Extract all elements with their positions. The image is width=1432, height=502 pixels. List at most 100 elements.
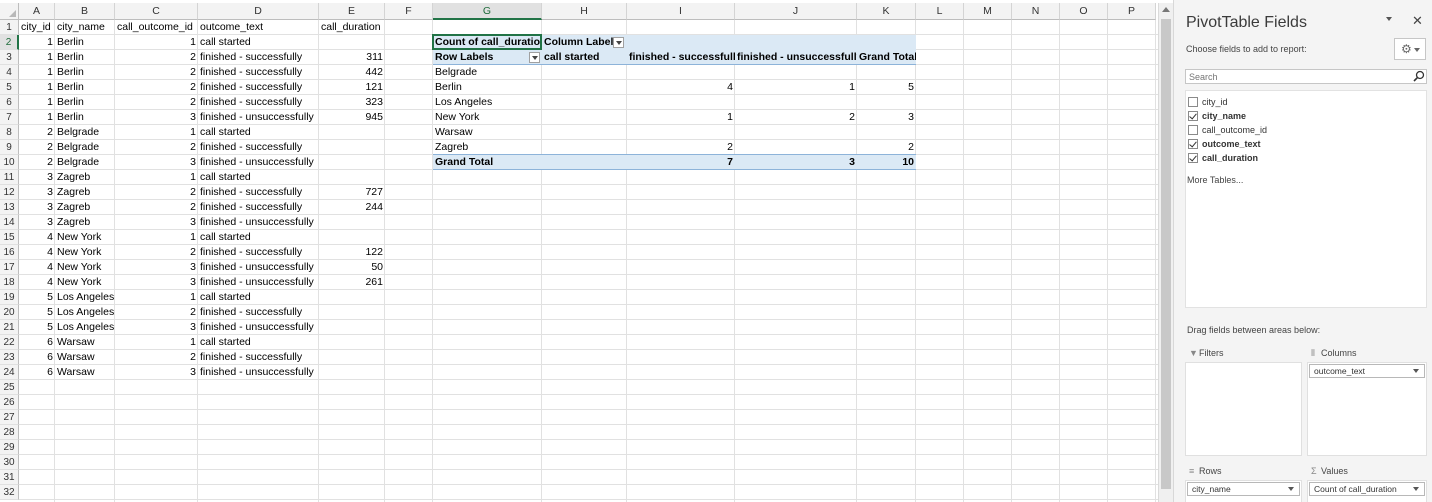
data-cell[interactable]: finished - unsuccessfully bbox=[198, 320, 319, 335]
data-cell[interactable]: New York bbox=[55, 260, 115, 275]
data-cell[interactable]: Belgrade bbox=[55, 140, 115, 155]
data-cell[interactable]: 945 bbox=[319, 110, 385, 125]
row-header-2[interactable]: 2 bbox=[0, 35, 19, 50]
data-cell[interactable]: 2 bbox=[115, 350, 198, 365]
chevron-down-icon[interactable] bbox=[1413, 487, 1419, 491]
data-cell[interactable]: 1 bbox=[19, 110, 55, 125]
data-cell[interactable]: Los Angeles bbox=[55, 320, 115, 335]
data-cell[interactable]: 121 bbox=[319, 80, 385, 95]
data-cell[interactable]: call started bbox=[198, 35, 319, 50]
data-cell[interactable]: 2 bbox=[115, 80, 198, 95]
header-cell[interactable]: call_duration bbox=[319, 20, 433, 35]
data-cell[interactable]: finished - unsuccessfully bbox=[198, 260, 319, 275]
data-cell[interactable]: 1 bbox=[115, 125, 198, 140]
row-header-20[interactable]: 20 bbox=[0, 305, 19, 320]
field-checkbox[interactable] bbox=[1188, 111, 1198, 121]
column-header-g[interactable]: G bbox=[433, 3, 542, 20]
column-header-m[interactable]: M bbox=[964, 3, 1012, 20]
rows-field-chip[interactable]: city_name bbox=[1187, 482, 1300, 496]
data-cell[interactable]: 3 bbox=[115, 215, 198, 230]
data-cell[interactable]: 3 bbox=[19, 215, 55, 230]
pivot-value-cell[interactable]: 2 bbox=[857, 140, 916, 155]
data-cell[interactable]: Berlin bbox=[55, 65, 115, 80]
column-header-n[interactable]: N bbox=[1012, 3, 1060, 20]
data-cell[interactable]: New York bbox=[55, 230, 115, 245]
data-cell[interactable]: 3 bbox=[115, 365, 198, 380]
data-cell[interactable]: Berlin bbox=[55, 35, 115, 50]
data-cell[interactable]: call started bbox=[198, 230, 319, 245]
row-header-15[interactable]: 15 bbox=[0, 230, 19, 245]
data-cell[interactable]: Berlin bbox=[55, 80, 115, 95]
column-header-c[interactable]: C bbox=[115, 3, 198, 20]
row-header-32[interactable]: 32 bbox=[0, 485, 19, 500]
field-checkbox[interactable] bbox=[1188, 97, 1198, 107]
pivot-value-cell[interactable]: 5 bbox=[857, 80, 916, 95]
data-cell[interactable]: 3 bbox=[115, 260, 198, 275]
row-labels-filter-icon[interactable] bbox=[529, 52, 540, 63]
row-header-4[interactable]: 4 bbox=[0, 65, 19, 80]
header-cell[interactable]: call_outcome_id bbox=[115, 20, 198, 35]
row-header-21[interactable]: 21 bbox=[0, 320, 19, 335]
data-cell[interactable]: 5 bbox=[19, 290, 55, 305]
row-header-10[interactable]: 10 bbox=[0, 155, 19, 170]
search-input[interactable] bbox=[1185, 69, 1427, 84]
data-cell[interactable]: Warsaw bbox=[55, 350, 115, 365]
data-cell[interactable]: 1 bbox=[19, 95, 55, 110]
data-cell[interactable]: 1 bbox=[115, 35, 198, 50]
values-field-chip[interactable]: Count of call_duration bbox=[1309, 482, 1425, 496]
row-header-27[interactable]: 27 bbox=[0, 410, 19, 425]
data-cell[interactable]: call started bbox=[198, 335, 319, 350]
pivot-column-header[interactable]: call started bbox=[542, 50, 627, 65]
data-cell[interactable]: 6 bbox=[19, 365, 55, 380]
gear-icon[interactable]: ⚙ bbox=[1394, 38, 1426, 60]
column-header-o[interactable]: O bbox=[1060, 3, 1108, 20]
data-cell[interactable]: 2 bbox=[115, 140, 198, 155]
column-labels-filter-icon[interactable] bbox=[613, 37, 624, 48]
row-header-9[interactable]: 9 bbox=[0, 140, 19, 155]
data-cell[interactable]: finished - successfully bbox=[198, 80, 319, 95]
row-header-25[interactable]: 25 bbox=[0, 380, 19, 395]
pivot-grand-total-cell[interactable]: 7 bbox=[627, 155, 735, 170]
data-cell[interactable]: Berlin bbox=[55, 110, 115, 125]
row-header-17[interactable]: 17 bbox=[0, 260, 19, 275]
close-icon[interactable]: ✕ bbox=[1412, 13, 1423, 29]
data-cell[interactable]: 4 bbox=[19, 275, 55, 290]
data-cell[interactable]: finished - successfully bbox=[198, 245, 319, 260]
data-cell[interactable]: 5 bbox=[19, 320, 55, 335]
data-cell[interactable]: 442 bbox=[319, 65, 385, 80]
pivot-grand-total-label[interactable]: Grand Total bbox=[433, 155, 542, 170]
row-header-19[interactable]: 19 bbox=[0, 290, 19, 305]
row-header-3[interactable]: 3 bbox=[0, 50, 19, 65]
columns-area[interactable]: outcome_text bbox=[1307, 362, 1427, 456]
data-cell[interactable]: finished - successfully bbox=[198, 50, 319, 65]
pivot-value-cell[interactable]: 2 bbox=[627, 140, 735, 155]
data-cell[interactable]: New York bbox=[55, 275, 115, 290]
pivot-value-cell[interactable]: 2 bbox=[735, 110, 857, 125]
pivot-value-cell[interactable]: 3 bbox=[857, 110, 916, 125]
pivot-value-cell[interactable]: 1 bbox=[735, 80, 857, 95]
data-cell[interactable]: finished - unsuccessfully bbox=[198, 275, 319, 290]
selected-cell[interactable] bbox=[432, 34, 542, 50]
row-header-14[interactable]: 14 bbox=[0, 215, 19, 230]
data-cell[interactable]: 1 bbox=[19, 80, 55, 95]
columns-field-chip[interactable]: outcome_text bbox=[1309, 364, 1425, 378]
field-checkbox[interactable] bbox=[1188, 153, 1198, 163]
data-cell[interactable]: 5 bbox=[19, 305, 55, 320]
data-cell[interactable]: Zagreb bbox=[55, 170, 115, 185]
vertical-scrollbar[interactable] bbox=[1158, 3, 1173, 502]
data-cell[interactable]: call started bbox=[198, 290, 319, 305]
data-cell[interactable]: New York bbox=[55, 245, 115, 260]
data-cell[interactable]: 261 bbox=[319, 275, 385, 290]
header-cell[interactable]: city_id bbox=[19, 20, 55, 35]
row-header-31[interactable]: 31 bbox=[0, 470, 19, 485]
data-cell[interactable]: 6 bbox=[19, 350, 55, 365]
data-cell[interactable]: 3 bbox=[115, 110, 198, 125]
row-header-7[interactable]: 7 bbox=[0, 110, 19, 125]
data-cell[interactable]: 2 bbox=[19, 140, 55, 155]
row-header-29[interactable]: 29 bbox=[0, 440, 19, 455]
data-cell[interactable]: 2 bbox=[115, 305, 198, 320]
column-header-p[interactable]: P bbox=[1108, 3, 1156, 20]
data-cell[interactable]: 1 bbox=[19, 65, 55, 80]
data-cell[interactable]: finished - successfully bbox=[198, 95, 319, 110]
column-header-l[interactable]: L bbox=[916, 3, 964, 20]
